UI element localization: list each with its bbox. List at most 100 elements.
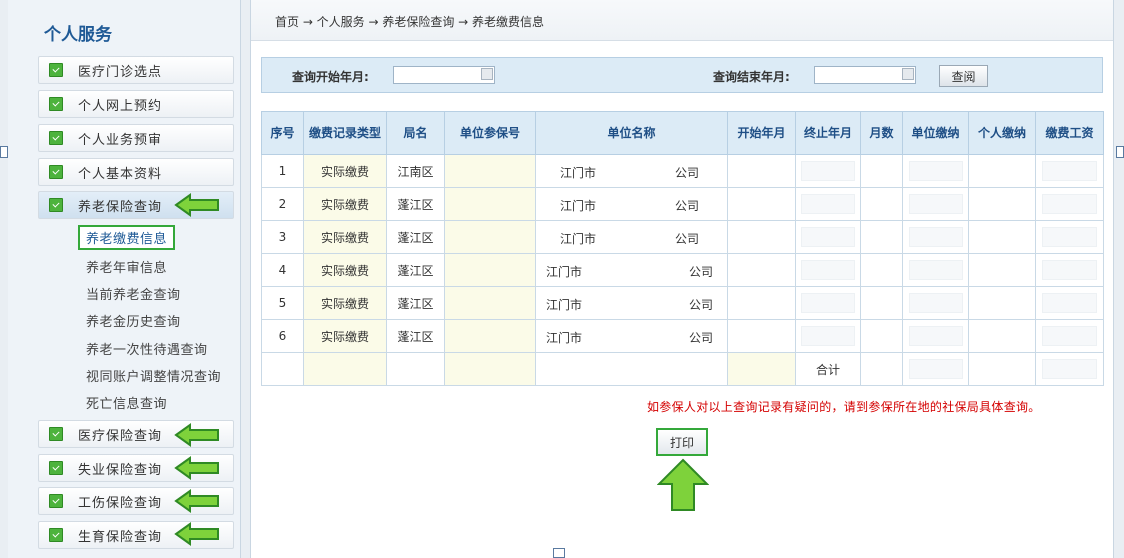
- submenu-current-pension[interactable]: 当前养老金查询: [86, 284, 181, 303]
- end-month-label: 查询结束年月:: [713, 70, 790, 84]
- cell-unit-pay: [902, 253, 969, 287]
- cell-personal-pay: [968, 319, 1036, 353]
- resize-handle[interactable]: [1116, 146, 1124, 158]
- cell-empty: [261, 352, 304, 386]
- cell-months: [860, 154, 903, 188]
- resize-handle[interactable]: [553, 548, 565, 558]
- unit-suffix-text: 公司: [674, 199, 699, 213]
- submenu-pension-lump-sum[interactable]: 养老一次性待遇查询: [86, 339, 208, 358]
- cell-unit-pay: [902, 187, 969, 221]
- value-box: [801, 161, 855, 181]
- checkbox-icon: [49, 528, 63, 542]
- value-box: [1041, 359, 1098, 379]
- checkbox-icon: [49, 97, 63, 111]
- cell-end: [795, 187, 861, 221]
- checkbox-icon: [49, 131, 63, 145]
- sidebar-item-online-booking[interactable]: 个人网上预约: [38, 90, 234, 118]
- cell-no: 5: [261, 286, 304, 320]
- cell-wage: [1035, 253, 1104, 287]
- cell-type: 实际缴费: [303, 286, 387, 320]
- col-header: 局名: [386, 111, 445, 155]
- query-button[interactable]: 查阅: [939, 65, 988, 87]
- unit-name-text: 江门市: [560, 166, 597, 180]
- cell-months: [860, 220, 903, 254]
- cell-months: [860, 319, 903, 353]
- col-header: 单位名称: [535, 111, 728, 155]
- cell-district: 蓬江区: [386, 187, 445, 221]
- cell-months: [860, 253, 903, 287]
- sidebar: 个人服务 医疗门诊选点 个人网上预约 个人业务预审 个人基本资料 养老保险查询 …: [8, 0, 241, 558]
- cell-start: [727, 220, 796, 254]
- submenu-death-info[interactable]: 死亡信息查询: [86, 393, 167, 412]
- cell-personal-pay: [968, 220, 1036, 254]
- col-header: 缴费工资: [1035, 111, 1104, 155]
- value-box: [801, 326, 855, 346]
- cell-months: [860, 187, 903, 221]
- sidebar-item-business-precheck[interactable]: 个人业务预审: [38, 124, 234, 152]
- up-arrow-icon: [657, 458, 709, 511]
- value-box: [801, 194, 855, 214]
- col-header: 单位参保号: [444, 111, 536, 155]
- payment-table: 序号 缴费记录类型 局名 单位参保号 单位名称 开始年月 终止年月 月数 单位缴…: [261, 111, 1104, 386]
- checkbox-icon: [49, 63, 63, 77]
- sidebar-item-label: 医疗保险查询: [78, 428, 163, 444]
- cell-no: 2: [261, 187, 304, 221]
- checkbox-icon: [49, 494, 63, 508]
- cell-end: [795, 220, 861, 254]
- left-arrow-icon: [174, 423, 219, 447]
- value-box: [908, 359, 963, 379]
- value-box: [801, 293, 855, 313]
- value-box: [801, 260, 855, 280]
- submenu-pension-payment-info[interactable]: 养老缴费信息: [78, 225, 176, 250]
- end-month-input[interactable]: [814, 66, 916, 84]
- left-arrow-icon: [174, 489, 219, 513]
- cell-empty: [1035, 352, 1104, 386]
- value-box: [908, 293, 963, 313]
- sidebar-item-basic-info[interactable]: 个人基本资料: [38, 158, 234, 186]
- breadcrumb: 首页 → 个人服务 → 养老保险查询 → 养老缴费信息: [251, 0, 1113, 41]
- cell-personal-pay: [968, 187, 1036, 221]
- notice-text: 如参保人对以上查询记录有疑问的，请到参保所在地的社保局具体查询。: [647, 400, 1041, 414]
- unit-suffix-text: 公司: [688, 331, 713, 345]
- cell-empty: [968, 352, 1036, 386]
- cell-wage: [1035, 286, 1104, 320]
- submenu-pension-annual-review[interactable]: 养老年审信息: [86, 257, 167, 276]
- cell-no: 1: [261, 154, 304, 188]
- sidebar-item-label: 养老保险查询: [78, 199, 163, 215]
- cell-empty: [444, 352, 536, 386]
- cell-empty: [860, 352, 903, 386]
- calendar-icon[interactable]: [902, 68, 914, 80]
- cell-wage: [1035, 319, 1104, 353]
- unit-suffix-text: 公司: [674, 166, 699, 180]
- sidebar-item-label: 医疗门诊选点: [78, 64, 163, 80]
- cell-end: [795, 154, 861, 188]
- cell-wage: [1035, 220, 1104, 254]
- start-month-input[interactable]: [393, 66, 495, 84]
- cell-months: [860, 286, 903, 320]
- cell-personal-pay: [968, 253, 1036, 287]
- submenu-account-adjustment[interactable]: 视同账户调整情况查询: [86, 366, 221, 385]
- cell-unit-pay: [902, 220, 969, 254]
- sidebar-item-label: 个人网上预约: [78, 98, 163, 114]
- sidebar-item-medical-clinic[interactable]: 医疗门诊选点: [38, 56, 234, 84]
- cell-type: 实际缴费: [303, 220, 387, 254]
- query-bar: 查询开始年月: 查询结束年月: 查阅: [261, 57, 1103, 93]
- cell-wage: [1035, 187, 1104, 221]
- cell-district: 江南区: [386, 154, 445, 188]
- unit-name-text: 江门市: [560, 232, 597, 246]
- sidebar-item-label: 个人基本资料: [78, 166, 163, 182]
- cell-unit-name: 江门市 公司: [535, 220, 728, 254]
- unit-name-text: 江门市: [546, 265, 583, 279]
- value-box: [908, 194, 963, 214]
- left-arrow-icon: [174, 456, 219, 480]
- value-box: [908, 227, 963, 247]
- sidebar-item-label: 个人业务预审: [78, 132, 163, 148]
- submenu-pension-history[interactable]: 养老金历史查询: [86, 311, 181, 330]
- cell-start: [727, 253, 796, 287]
- cell-unit-name: 江门市 公司: [535, 187, 728, 221]
- resize-handle[interactable]: [0, 146, 8, 158]
- calendar-icon[interactable]: [481, 68, 493, 80]
- main-panel: 首页 → 个人服务 → 养老保险查询 → 养老缴费信息 查询开始年月: 查询结束…: [250, 0, 1114, 558]
- cell-unit-name: 江门市 公司: [535, 154, 728, 188]
- print-button[interactable]: 打印: [656, 428, 708, 456]
